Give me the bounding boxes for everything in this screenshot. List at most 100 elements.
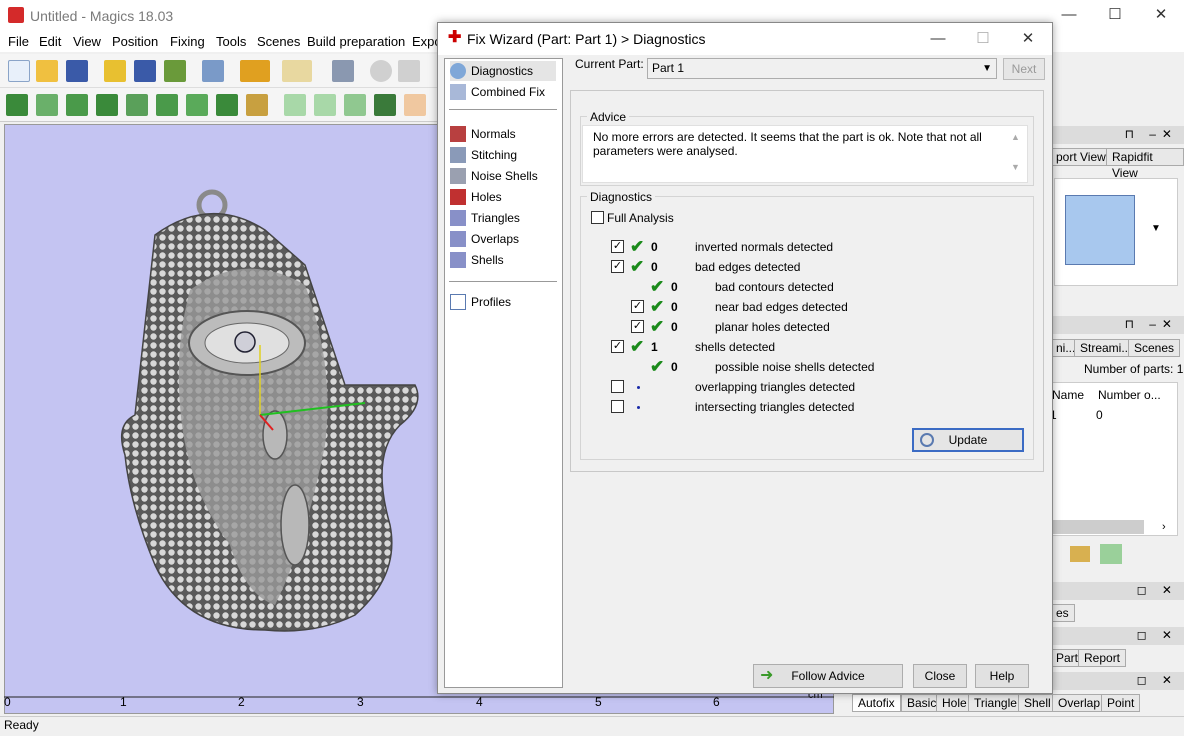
nav-shells[interactable]: Shells — [450, 250, 556, 270]
menu-build-preparation[interactable]: Build preparation — [307, 34, 405, 49]
new-file-icon[interactable] — [8, 60, 30, 82]
menu-edit[interactable]: Edit — [39, 34, 61, 49]
invert-marking-icon[interactable] — [374, 94, 396, 116]
menu-file[interactable]: File — [8, 34, 29, 49]
close-dialog-button[interactable]: Close — [913, 664, 967, 688]
tab-rapidfit-view[interactable]: Rapidfit View — [1106, 148, 1184, 180]
nav-overlaps[interactable]: Overlaps — [450, 229, 556, 249]
scroll-down-icon[interactable]: ▼ — [1011, 162, 1020, 172]
update-button[interactable]: Update — [912, 428, 1024, 452]
mark-shell-icon[interactable] — [96, 94, 118, 116]
menu-fixing[interactable]: Fixing — [170, 34, 205, 49]
maximize-button[interactable]: ☐ — [1092, 0, 1138, 30]
checkmark-icon: ✔ — [650, 357, 665, 376]
expand-marking-icon[interactable] — [344, 94, 366, 116]
tab-point[interactable]: Point — [1101, 694, 1141, 712]
nav-label: Stitching — [471, 148, 518, 162]
save-part-icon[interactable] — [134, 60, 156, 82]
tab-overlap[interactable]: Overlap — [1052, 694, 1107, 712]
near-bad-edges-label: near bad edges detected — [715, 300, 848, 314]
add-part-icon[interactable] — [1100, 544, 1122, 564]
mark-sheet-icon[interactable] — [216, 94, 238, 116]
shells-checkbox[interactable]: ✓ — [611, 340, 624, 353]
layer-icon[interactable] — [1070, 546, 1090, 562]
view-cube-icon[interactable] — [1065, 195, 1135, 265]
col-name[interactable]: Name — [1052, 388, 1084, 402]
tab-triangle[interactable]: Triangle — [968, 694, 1023, 712]
intersecting-triangles-checkbox[interactable] — [611, 400, 624, 413]
tab-es[interactable]: es — [1050, 604, 1075, 622]
planar-holes-checkbox[interactable]: ✓ — [631, 320, 644, 333]
stitching-icon — [450, 147, 466, 163]
inverted-normals-checkbox[interactable]: ✓ — [611, 240, 624, 253]
mark-contour-icon[interactable] — [156, 94, 178, 116]
current-part-select[interactable]: Part 1 ▼ — [647, 58, 997, 79]
tab-report[interactable]: Report — [1078, 649, 1127, 667]
dialog-minimize-button[interactable]: — — [916, 25, 960, 53]
unload-part-icon[interactable] — [164, 60, 186, 82]
tab-shell[interactable]: Shell — [1018, 694, 1057, 712]
redo-icon[interactable] — [282, 60, 312, 82]
next-button[interactable]: Next — [1003, 58, 1045, 80]
tab-report-view[interactable]: port View — [1050, 148, 1112, 166]
nav-noise-shells[interactable]: Noise Shells — [450, 166, 556, 186]
zoom-icon[interactable] — [246, 94, 268, 116]
near-bad-edges-checkbox[interactable]: ✓ — [631, 300, 644, 313]
save-icon[interactable] — [66, 60, 88, 82]
close-button[interactable]: ✕ — [1138, 0, 1184, 30]
noise-shells-count: 0 — [671, 360, 678, 374]
chevron-down-icon[interactable]: ▼ — [1151, 223, 1161, 234]
pan-view-icon[interactable] — [398, 60, 420, 82]
scroll-right-icon[interactable]: › — [1162, 521, 1166, 533]
full-analysis-checkbox[interactable] — [591, 211, 604, 224]
bad-edges-checkbox[interactable]: ✓ — [611, 260, 624, 273]
nav-label: Profiles — [471, 295, 512, 309]
advice-text: No more errors are detected. It seems th… — [593, 130, 982, 158]
menu-position[interactable]: Position — [112, 34, 158, 49]
select-icon[interactable] — [332, 60, 354, 82]
rotate-view-icon[interactable] — [370, 60, 392, 82]
horizontal-scrollbar[interactable] — [1050, 520, 1144, 534]
nav-diagnostics[interactable]: Diagnostics — [450, 61, 556, 81]
magnifier-icon — [450, 63, 466, 79]
nav-combined-fix[interactable]: Combined Fix — [450, 82, 556, 102]
unmark-all-icon[interactable] — [314, 94, 336, 116]
mark-window-icon[interactable] — [36, 94, 58, 116]
shells-count: 1 — [651, 340, 658, 354]
dialog-close-button[interactable]: ✕ — [1006, 25, 1050, 53]
mark-plane-icon[interactable] — [126, 94, 148, 116]
tab-scenes[interactable]: Scenes — [1128, 339, 1181, 357]
undo-icon[interactable] — [240, 60, 270, 82]
nav-triangles[interactable]: Triangles — [450, 208, 556, 228]
overlapping-triangles-label: overlapping triangles detected — [695, 380, 856, 394]
tab-autofix[interactable]: Autofix — [852, 694, 901, 712]
scroll-up-icon[interactable]: ▲ — [1011, 132, 1020, 142]
import-icon[interactable] — [104, 60, 126, 82]
dialog-maximize-button[interactable]: ☐ — [961, 25, 1005, 53]
checkmark-icon: ✔ — [650, 297, 665, 316]
nav-normals[interactable]: Normals — [450, 124, 556, 144]
mark-surface-icon[interactable] — [66, 94, 88, 116]
print-icon[interactable] — [202, 60, 224, 82]
nav-stitching[interactable]: Stitching — [450, 145, 556, 165]
nav-holes[interactable]: Holes — [450, 187, 556, 207]
mark-triangle-icon[interactable] — [6, 94, 28, 116]
unmark-icon[interactable] — [284, 94, 306, 116]
nav-label: Triangles — [471, 211, 520, 225]
parts-list[interactable] — [1050, 382, 1178, 536]
menu-scenes[interactable]: Scenes — [257, 34, 300, 49]
col-number[interactable]: Number o... — [1098, 388, 1161, 402]
overlapping-triangles-checkbox[interactable] — [611, 380, 624, 393]
menu-tools[interactable]: Tools — [216, 34, 246, 49]
follow-advice-button[interactable]: ➜ Follow Advice — [753, 664, 903, 688]
bad-contours-count: 0 — [671, 280, 678, 294]
dock-header-view: ⊓ –✕ — [1050, 126, 1184, 144]
help-button[interactable]: Help — [975, 664, 1029, 688]
open-folder-icon[interactable] — [36, 60, 58, 82]
delete-marked-icon[interactable] — [404, 94, 426, 116]
holes-icon — [450, 189, 466, 205]
menu-view[interactable]: View — [73, 34, 101, 49]
nav-profiles[interactable]: Profiles — [450, 292, 556, 312]
profiles-icon — [450, 294, 466, 310]
mark-part-icon[interactable] — [186, 94, 208, 116]
